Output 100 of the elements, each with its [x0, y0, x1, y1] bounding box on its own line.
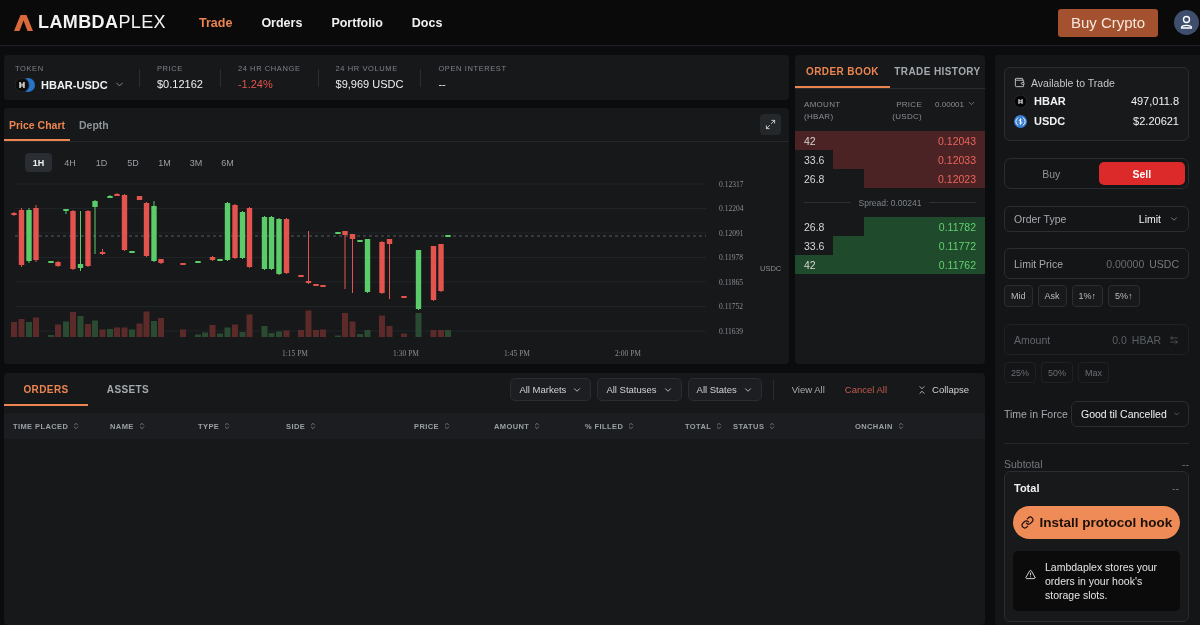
panel-tab[interactable]: ORDER BOOK	[795, 55, 890, 88]
filter-dropdown[interactable]: All States	[687, 378, 762, 401]
order-amount: 33.6	[804, 153, 825, 166]
order-amount: 42	[804, 258, 816, 271]
order-price: 0.11782	[938, 220, 976, 233]
summary-label: Total	[1014, 481, 1040, 494]
chart-tab[interactable]: Price Chart	[4, 108, 71, 141]
price-preset-button[interactable]: 5%↑	[1108, 285, 1140, 307]
stat-value: -1.24%	[237, 78, 274, 91]
volume-bar	[401, 333, 407, 337]
column-header: PRICE	[896, 99, 923, 111]
sort-icon	[715, 422, 724, 430]
field-label: Limit Price	[1014, 257, 1063, 270]
price-input[interactable]: 0.00000	[1068, 254, 1145, 273]
nav-link[interactable]: Docs	[411, 15, 443, 30]
side-button[interactable]: Buy	[1008, 162, 1095, 185]
timeframe-button[interactable]: 5D	[119, 153, 147, 172]
price-preset-button[interactable]: 1%↑	[1071, 285, 1104, 307]
text-button[interactable]: View All	[784, 384, 832, 395]
timeframe-button[interactable]: 3M	[182, 153, 210, 172]
warning-icon	[1025, 569, 1036, 580]
collapse-button[interactable]: Collapse	[910, 384, 976, 395]
side-button[interactable]: Sell	[1098, 162, 1185, 185]
price-candle	[401, 295, 407, 299]
order-amount: 33.6	[804, 239, 825, 252]
collapse-icon	[917, 384, 928, 395]
asset-balance: 497,011.8	[1130, 95, 1179, 107]
precision-select[interactable]: 0.00001	[935, 99, 976, 111]
timeframe-button[interactable]: 1H	[25, 153, 52, 172]
sort-icon	[137, 422, 146, 430]
text-button[interactable]: Cancel All	[837, 384, 895, 395]
panel-tab[interactable]: ORDERS	[4, 373, 88, 406]
field-label: Amount	[1014, 333, 1051, 346]
price-candle	[415, 249, 422, 311]
asset-balance: $2.20621	[1133, 115, 1179, 127]
sort-icon	[309, 422, 318, 430]
sort-icon	[627, 422, 636, 430]
time-in-force-select[interactable]: Good til Cancelled	[1071, 401, 1189, 427]
order-amount: 42	[804, 134, 816, 147]
filter-dropdown[interactable]: All Statuses	[597, 378, 682, 401]
order-price: 0.12023	[938, 172, 976, 185]
price-candle	[445, 234, 451, 238]
column-unit: (USDC)	[892, 111, 923, 123]
token-selector[interactable]: HBAR-USDC	[15, 77, 125, 92]
notice-text: Lambdaplex stores your orders in your hook's storage slots.	[1045, 560, 1159, 602]
timeframe-button[interactable]: 1D	[88, 153, 115, 172]
panel-tab[interactable]: TRADE HISTORY	[890, 55, 985, 88]
asset-symbol: USDC	[1034, 115, 1066, 127]
nav-link[interactable]: Portfolio	[331, 15, 383, 30]
token-pair-icon	[15, 77, 35, 92]
column-header: AMOUNT	[804, 99, 841, 111]
chevron-down-icon	[967, 99, 976, 108]
order-price: 0.11772	[938, 239, 976, 252]
select-value: Good til Cancelled	[1081, 408, 1167, 420]
order-amount: 26.8	[804, 220, 825, 233]
select-value: Limit	[1138, 213, 1161, 225]
unit-label: USDC	[1149, 257, 1179, 270]
nav-link[interactable]: Trade	[199, 15, 233, 30]
filter-dropdown[interactable]: All Markets	[510, 378, 592, 401]
summary-label: Subtotal	[1004, 457, 1043, 470]
timeframe-button[interactable]: 4H	[56, 153, 84, 172]
sort-icon	[533, 422, 542, 430]
chevron-down-icon	[1169, 214, 1179, 224]
token-icon	[1014, 94, 1027, 108]
nav-link[interactable]: Orders	[261, 15, 303, 30]
card-title: Available to Trade	[1031, 76, 1115, 89]
order-type-select[interactable]: Order Type Limit	[1004, 206, 1189, 232]
sort-icon	[768, 422, 777, 430]
timeframe-button[interactable]: 6M	[214, 153, 241, 172]
field-label: Order Type	[1014, 213, 1067, 225]
stat-value: $0.12162	[157, 78, 203, 91]
install-hook-button[interactable]: Install protocol hook	[1013, 506, 1180, 539]
summary-value: --	[1172, 481, 1179, 494]
price-preset-button[interactable]: Mid	[1004, 285, 1033, 307]
sort-icon	[72, 422, 81, 430]
timeframe-button[interactable]: 1M	[151, 153, 178, 172]
price-preset-button[interactable]: Ask	[1037, 285, 1067, 307]
link-icon	[1020, 516, 1034, 529]
unit-label: HBAR	[1131, 333, 1161, 346]
price-candle	[195, 260, 201, 264]
expand-icon	[765, 119, 776, 130]
order-price: 0.11762	[938, 258, 976, 271]
panel-tab[interactable]: ASSETS	[88, 373, 168, 406]
wallet-icon	[1014, 77, 1025, 88]
logo-icon	[14, 14, 33, 31]
logo-wordmark: LAMBDAPLEX	[38, 12, 167, 33]
volume-bar	[180, 329, 186, 337]
field-label: Time in Force	[1004, 408, 1068, 420]
expand-button[interactable]	[760, 114, 781, 135]
price-candle	[180, 262, 186, 266]
coin-icon	[1014, 114, 1027, 128]
order-price: 0.12043	[938, 134, 976, 147]
summary-value: --	[1182, 457, 1189, 470]
chart-tab[interactable]: Depth	[74, 108, 114, 141]
stat-value: $9,969 USDC	[335, 78, 404, 91]
user-avatar-icon[interactable]	[1174, 10, 1199, 35]
stat-value: --	[438, 78, 447, 91]
buy-crypto-button[interactable]: Buy Crypto	[1058, 8, 1158, 37]
column-unit: (HBAR)	[804, 111, 834, 123]
sort-icon	[896, 422, 905, 430]
